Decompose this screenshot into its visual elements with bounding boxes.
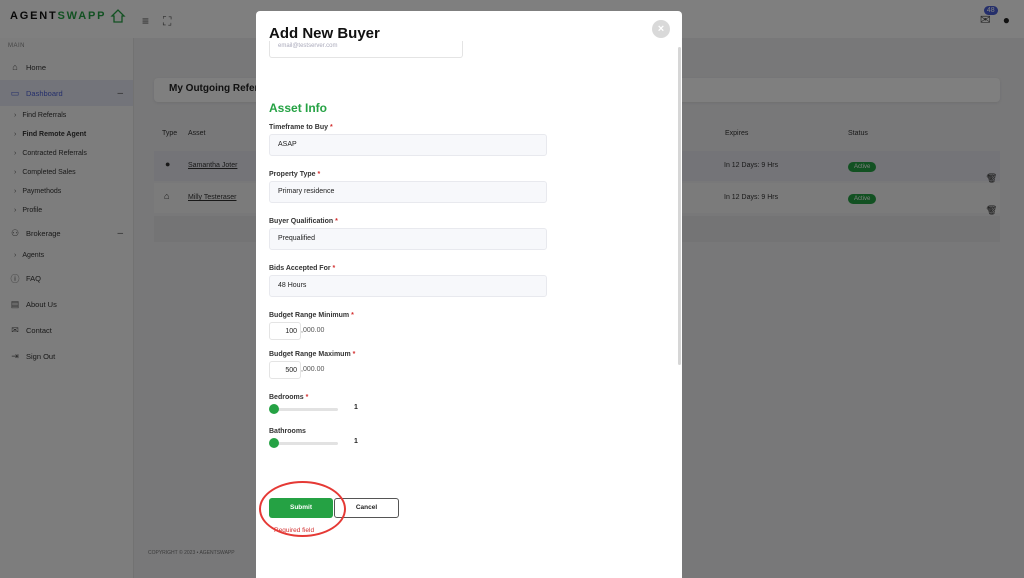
bathrooms-slider-handle[interactable] [269,438,279,448]
asset-info-heading: Asset Info [269,101,328,115]
bathrooms-label: Bathrooms [269,428,306,435]
bids-label: Bids Accepted For * [269,265,336,272]
qualification-select[interactable]: Prequalified [269,228,547,250]
bids-select[interactable]: 48 Hours [269,275,547,297]
highlight-circle [259,481,346,537]
close-icon[interactable]: × [652,20,670,38]
budget-max-input[interactable]: 500 [269,361,301,379]
budget-min-label: Budget Range Minimum * [269,312,354,319]
bedrooms-value: 1 [354,404,358,411]
bedrooms-slider-handle[interactable] [269,404,279,414]
modal-scrollbar[interactable] [678,47,681,365]
qualification-label: Buyer Qualification * [269,218,338,225]
bathrooms-value: 1 [354,438,358,445]
budget-max-suffix: ,000.00 [301,366,325,373]
bedrooms-label: Bedrooms * [269,394,309,401]
budget-max-label: Budget Range Maximum * [269,351,356,358]
bedrooms-slider-track[interactable] [272,408,338,411]
budget-min-input[interactable]: 100 [269,322,301,340]
timeframe-label: Timeframe to Buy * [269,124,333,131]
property-type-select[interactable]: Primary residence [269,181,547,203]
property-type-label: Property Type * [269,171,321,178]
bathrooms-slider-track[interactable] [272,442,338,445]
budget-min-suffix: ,000.00 [301,327,325,334]
email-field[interactable]: email@testserver.com [269,41,463,58]
modal-title: Add New Buyer [269,25,380,42]
timeframe-select[interactable]: ASAP [269,134,547,156]
